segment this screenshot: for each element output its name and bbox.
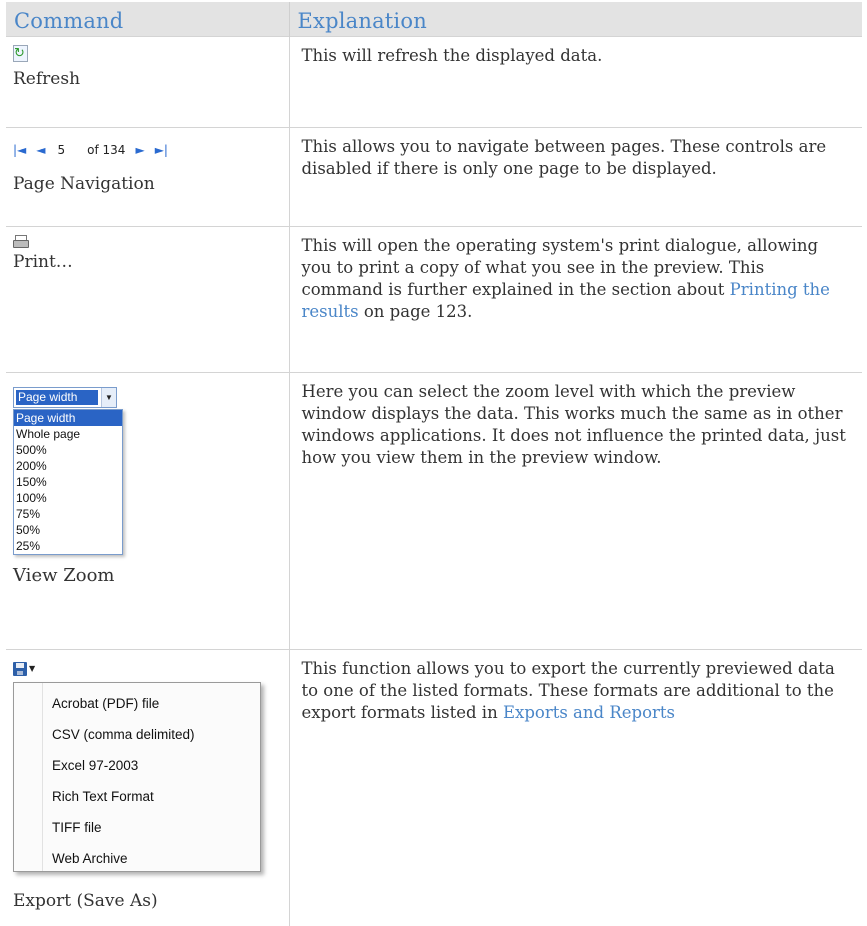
table-row: |◄ ◄ 5 of 134 ► ►| Page Navigation This … [6,128,862,227]
chevron-down-icon[interactable]: ▼ [101,388,116,407]
explanation-cell: This will refresh the displayed data. [289,37,862,128]
table-row: Print… This will open the operating syst… [6,227,862,373]
first-page-icon[interactable]: |◄ [13,139,26,161]
zoom-option[interactable]: 500% [14,442,122,458]
zoom-option[interactable]: 25% [14,538,122,554]
menu-item-csv[interactable]: CSV (comma delimited) [52,724,195,746]
table-header-row: Command Explanation [6,2,862,37]
zoom-option[interactable]: 75% [14,506,122,522]
current-page-number[interactable]: 5 [58,139,66,161]
menu-item-tiff[interactable]: TIFF file [52,817,102,839]
page-total: of 134 [87,139,125,161]
command-cell: Refresh [6,37,289,128]
command-cell: Page width ▼ Page width Whole page 500% … [6,373,289,650]
command-cell: |◄ ◄ 5 of 134 ► ►| Page Navigation [6,128,289,227]
zoom-option[interactable]: Page width [14,410,122,426]
zoom-options-list: Page width Whole page 500% 200% 150% 100… [13,409,123,555]
printer-icon[interactable] [13,235,28,248]
save-icon [13,662,27,676]
next-page-icon[interactable]: ► [135,139,144,161]
zoom-option[interactable]: 50% [14,522,122,538]
column-header-command: Command [6,2,289,37]
explanation-text: This allows you to navigate between page… [302,137,827,178]
export-menu: Acrobat (PDF) file CSV (comma delimited)… [13,682,261,872]
table-row: Page width ▼ Page width Whole page 500% … [6,373,862,650]
explanation-text-end: on page 123. [359,302,473,321]
zoom-option[interactable]: 200% [14,458,122,474]
command-name: Print… [13,251,289,273]
exports-reports-link[interactable]: Exports and Reports [503,703,675,722]
last-page-icon[interactable]: ►| [155,139,168,161]
command-cell: ▼ Acrobat (PDF) file CSV (comma delimite… [6,650,289,926]
menu-item-pdf[interactable]: Acrobat (PDF) file [52,693,159,715]
menu-item-rtf[interactable]: Rich Text Format [52,786,154,808]
menu-item-excel[interactable]: Excel 97-2003 [52,755,138,777]
refresh-icon[interactable] [13,45,28,62]
explanation-cell: Here you can select the zoom level with … [289,373,862,650]
explanation-text: Here you can select the zoom level with … [302,382,846,467]
zoom-option[interactable]: 150% [14,474,122,490]
explanation-cell: This allows you to navigate between page… [289,128,862,227]
command-name: View Zoom [13,565,289,587]
explanation-text: This will refresh the displayed data. [302,46,603,65]
zoom-option[interactable]: Whole page [14,426,122,442]
explanation-cell: This function allows you to export the c… [289,650,862,926]
command-cell: Print… [6,227,289,373]
command-name: Page Navigation [13,173,289,195]
menu-item-web-archive[interactable]: Web Archive [52,848,128,870]
page-navigation-controls: |◄ ◄ 5 of 134 ► ►| [13,141,289,159]
previous-page-icon[interactable]: ◄ [36,139,45,161]
zoom-dropdown: Page width ▼ Page width Whole page 500% … [13,387,289,555]
save-as-button[interactable]: ▼ [13,660,289,678]
command-table: Command Explanation Refresh This will re… [6,2,862,926]
command-name: Export (Save As) [13,890,289,912]
chevron-down-icon: ▼ [29,658,35,680]
zoom-selected-value: Page width [16,390,98,405]
table-row: ▼ Acrobat (PDF) file CSV (comma delimite… [6,650,862,926]
zoom-select[interactable]: Page width ▼ [13,387,117,408]
command-name: Refresh [13,68,289,90]
table-row: Refresh This will refresh the displayed … [6,37,862,128]
menu-gutter [42,683,43,871]
zoom-option[interactable]: 100% [14,490,122,506]
explanation-cell: This will open the operating system's pr… [289,227,862,373]
column-header-explanation: Explanation [289,2,862,37]
